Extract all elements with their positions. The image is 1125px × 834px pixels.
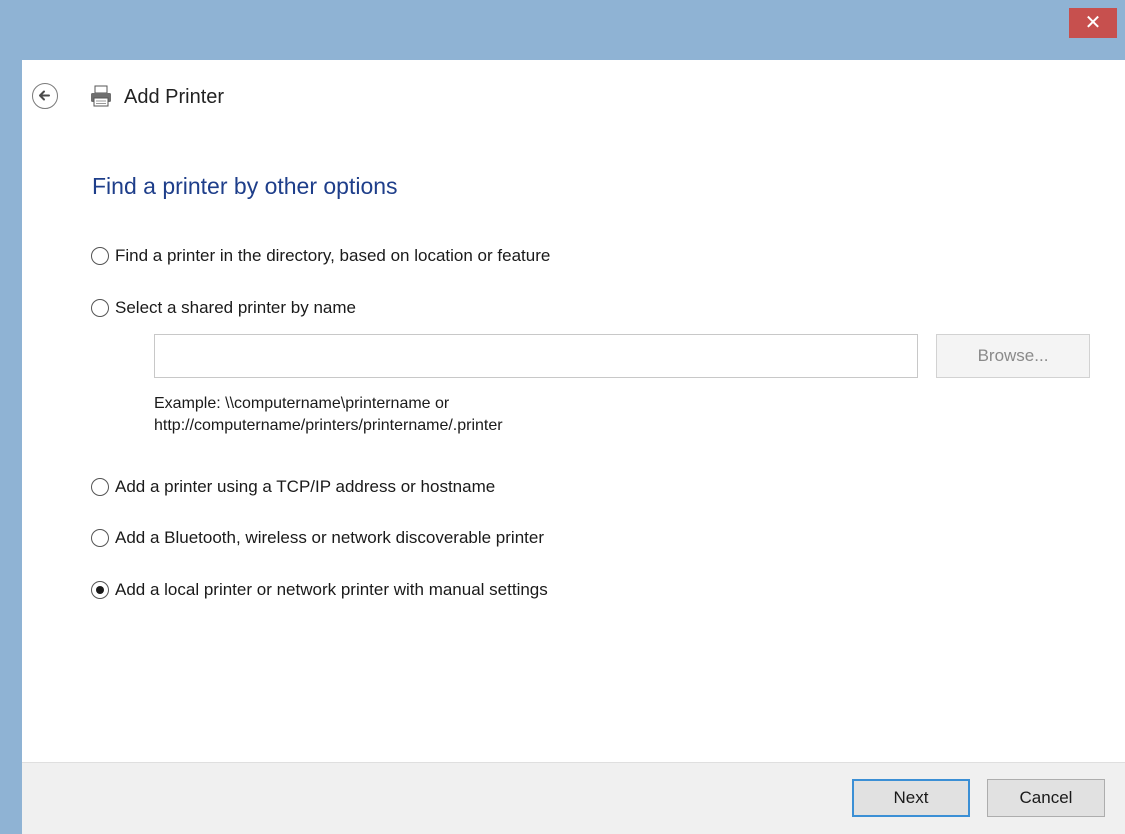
example-line-2: http://computername/printers/printername… xyxy=(154,417,503,434)
example-line-1: Example: \\computername\printername or xyxy=(154,395,450,412)
radio-directory[interactable] xyxy=(91,247,109,265)
option-tcp-ip[interactable]: Add a printer using a TCP/IP address or … xyxy=(91,474,495,500)
option-shared-by-name[interactable]: Select a shared printer by name xyxy=(91,295,356,321)
option-local-manual[interactable]: Add a local printer or network printer w… xyxy=(91,577,548,603)
header: Add Printer xyxy=(22,60,1125,135)
close-button[interactable]: ✕ xyxy=(1069,8,1117,38)
footer: Next Cancel xyxy=(22,762,1125,834)
option-label: Add a local printer or network printer w… xyxy=(115,580,548,599)
option-label: Find a printer in the directory, based o… xyxy=(115,246,551,265)
example-text: Example: \\computername\printername or h… xyxy=(154,393,503,437)
option-directory[interactable]: Find a printer in the directory, based o… xyxy=(91,243,550,269)
radio-local-manual[interactable] xyxy=(91,581,109,599)
option-label: Add a printer using a TCP/IP address or … xyxy=(115,477,496,496)
back-button[interactable] xyxy=(32,83,58,109)
option-label: Add a Bluetooth, wireless or network dis… xyxy=(115,528,544,547)
content-area: Find a printer by other options Find a p… xyxy=(22,135,1125,762)
option-label: Select a shared printer by name xyxy=(115,298,356,317)
radio-tcp-ip[interactable] xyxy=(91,478,109,496)
window-title: Add Printer xyxy=(124,86,225,108)
printer-icon xyxy=(91,85,111,107)
radio-shared-by-name[interactable] xyxy=(91,299,109,317)
back-arrow-icon xyxy=(39,90,50,101)
page-heading: Find a printer by other options xyxy=(92,173,398,199)
cancel-button[interactable]: Cancel xyxy=(987,779,1105,817)
close-icon: ✕ xyxy=(1084,12,1102,34)
option-bluetooth-wireless[interactable]: Add a Bluetooth, wireless or network dis… xyxy=(91,525,544,551)
browse-button[interactable]: Browse... xyxy=(936,334,1090,378)
next-button[interactable]: Next xyxy=(852,779,970,817)
add-printer-window: ✕ Add Printer Find a printer by other op… xyxy=(0,0,1125,834)
radio-bluetooth-wireless[interactable] xyxy=(91,529,109,547)
shared-printer-name-input[interactable] xyxy=(154,334,918,378)
